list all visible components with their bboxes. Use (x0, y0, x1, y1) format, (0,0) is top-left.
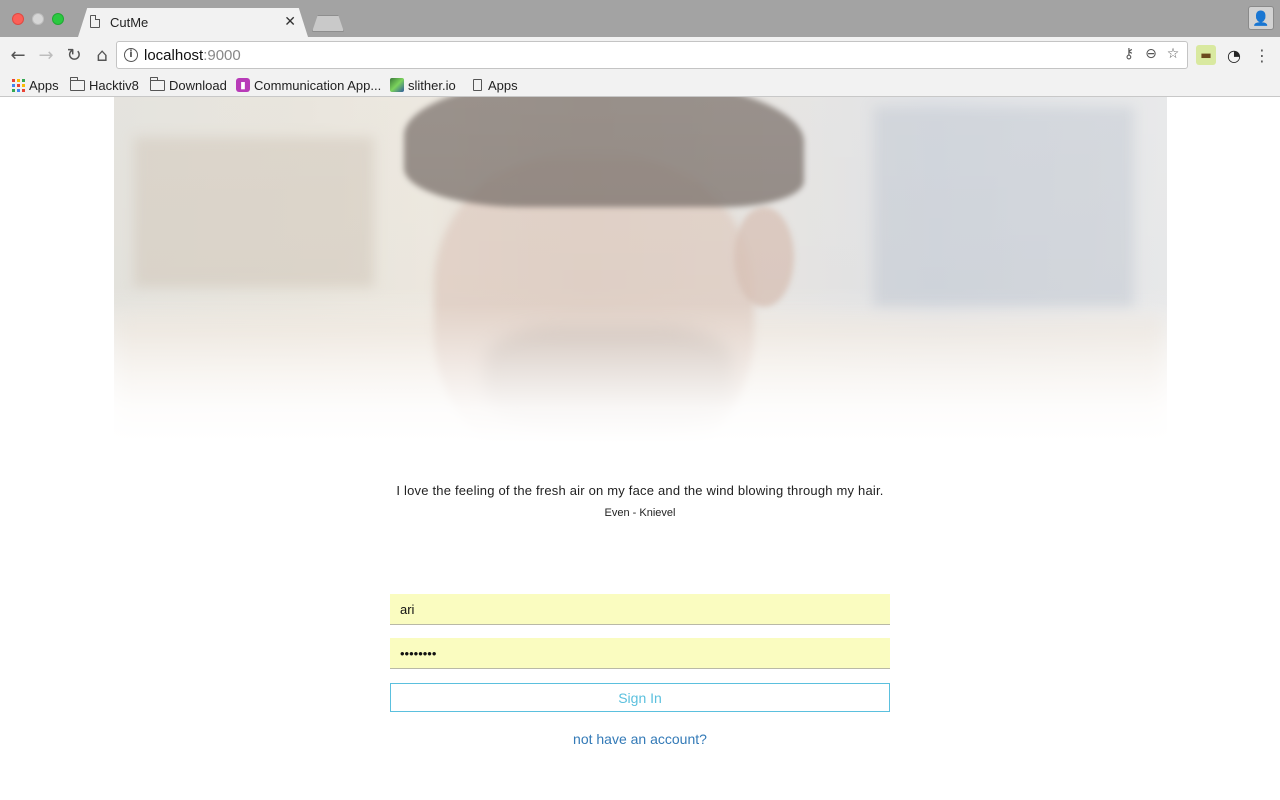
apps-grid-icon (12, 78, 25, 92)
tab-title: CutMe (110, 15, 149, 30)
window-minimize-button[interactable] (32, 13, 44, 25)
bookmark-communication-app[interactable]: ▮ Communication App... (236, 76, 381, 94)
register-prompt: not have an account? (0, 731, 1280, 747)
omnibox-actions: ⚷ ⊖ ☆ (1121, 46, 1181, 62)
bookmark-slither[interactable]: slither.io (390, 76, 456, 94)
bookmark-apps[interactable]: Apps (12, 76, 59, 94)
bookmark-hacktiv8[interactable]: Hacktiv8 (70, 76, 139, 94)
page-viewport: I love the feeling of the fresh air on m… (0, 97, 1280, 800)
menu-dots-icon[interactable]: ⋮ (1252, 45, 1272, 65)
address-bar[interactable]: i localhost:9000 ⚷ ⊖ ☆ (116, 41, 1188, 69)
page-icon (473, 79, 482, 91)
reload-icon[interactable]: ↻ (62, 43, 86, 67)
slither-icon (390, 78, 404, 92)
zoom-icon[interactable]: ⊖ (1143, 46, 1159, 62)
password-input[interactable] (390, 638, 890, 669)
hero-fade-overlay (114, 97, 1167, 443)
bookmark-download[interactable]: Download (150, 76, 227, 94)
bookmark-label: Download (169, 77, 227, 93)
url-host: localhost (144, 47, 204, 64)
url-text[interactable]: localhost:9000 (144, 47, 241, 64)
speed-gauge-icon[interactable]: ◔ (1224, 45, 1244, 65)
forward-arrow-icon[interactable]: → (34, 43, 58, 67)
bookmark-label: Apps (29, 77, 59, 93)
quote-author: Even - Knievel (604, 507, 676, 519)
bookmark-apps-page[interactable]: Apps (471, 76, 518, 94)
register-link[interactable]: not have an account? (573, 731, 707, 747)
home-icon[interactable]: ⌂ (90, 43, 114, 67)
bookmark-label: Communication App... (254, 77, 382, 93)
profile-icon[interactable]: 👤 (1248, 6, 1274, 30)
sign-in-button[interactable]: Sign In (390, 683, 890, 712)
username-input[interactable] (390, 594, 890, 625)
new-tab-button[interactable] (312, 15, 344, 32)
hero-image (114, 97, 1167, 443)
bookmark-label: slither.io (408, 77, 456, 93)
browser-tab-active[interactable]: CutMe ✕ (78, 8, 308, 37)
window-maximize-button[interactable] (52, 13, 64, 25)
bookmark-label: Apps (488, 77, 518, 93)
tab-close-icon[interactable]: ✕ (284, 13, 296, 30)
folder-icon (70, 76, 85, 91)
folder-icon (150, 76, 165, 91)
window-close-button[interactable] (12, 13, 24, 25)
bookmark-label: Hacktiv8 (89, 77, 139, 93)
browser-titlebar: CutMe ✕ 👤 (0, 0, 1280, 37)
url-port: :9000 (203, 47, 241, 64)
star-icon[interactable]: ☆ (1165, 46, 1181, 62)
page-icon (90, 15, 100, 28)
hero-quote: I love the feeling of the fresh air on m… (396, 483, 884, 498)
info-icon[interactable]: i (124, 48, 138, 62)
bookmarks-bar: Apps Hacktiv8 Download ▮ Communication A… (0, 73, 1280, 97)
extension-icon[interactable]: ▬ (1196, 45, 1216, 65)
back-arrow-icon[interactable]: ← (6, 43, 30, 67)
communication-app-icon: ▮ (236, 78, 250, 92)
browser-toolbar: ← → ↻ ⌂ i localhost:9000 ⚷ ⊖ ☆ ▬ ◔ ⋮ (0, 37, 1280, 73)
key-icon[interactable]: ⚷ (1121, 46, 1137, 62)
